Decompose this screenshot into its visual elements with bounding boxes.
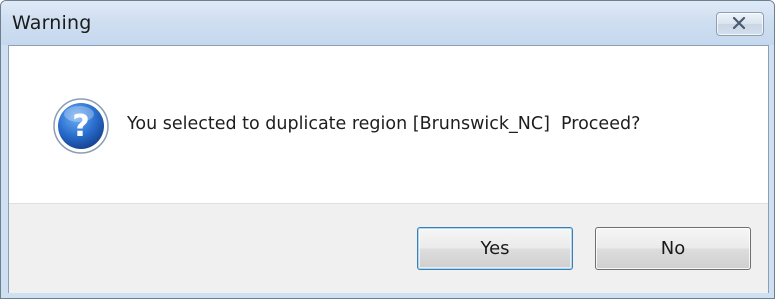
close-button[interactable] [716, 12, 764, 36]
message-area: ? You selected to duplicate region [Brun… [9, 46, 768, 203]
no-button[interactable]: No [595, 227, 751, 270]
question-icon: ? [53, 98, 109, 154]
button-bar: Yes No [9, 203, 768, 293]
dialog-client-area: ? You selected to duplicate region [Brun… [8, 45, 769, 293]
title-bar[interactable]: Warning [1, 1, 774, 45]
window-title: Warning [12, 12, 92, 34]
warning-dialog: Warning ? You selected to duplicate regi… [0, 0, 775, 299]
svg-text:?: ? [72, 109, 89, 144]
close-icon [732, 17, 746, 29]
dialog-message: You selected to duplicate region [Brunsw… [127, 114, 641, 134]
yes-button[interactable]: Yes [417, 227, 573, 270]
